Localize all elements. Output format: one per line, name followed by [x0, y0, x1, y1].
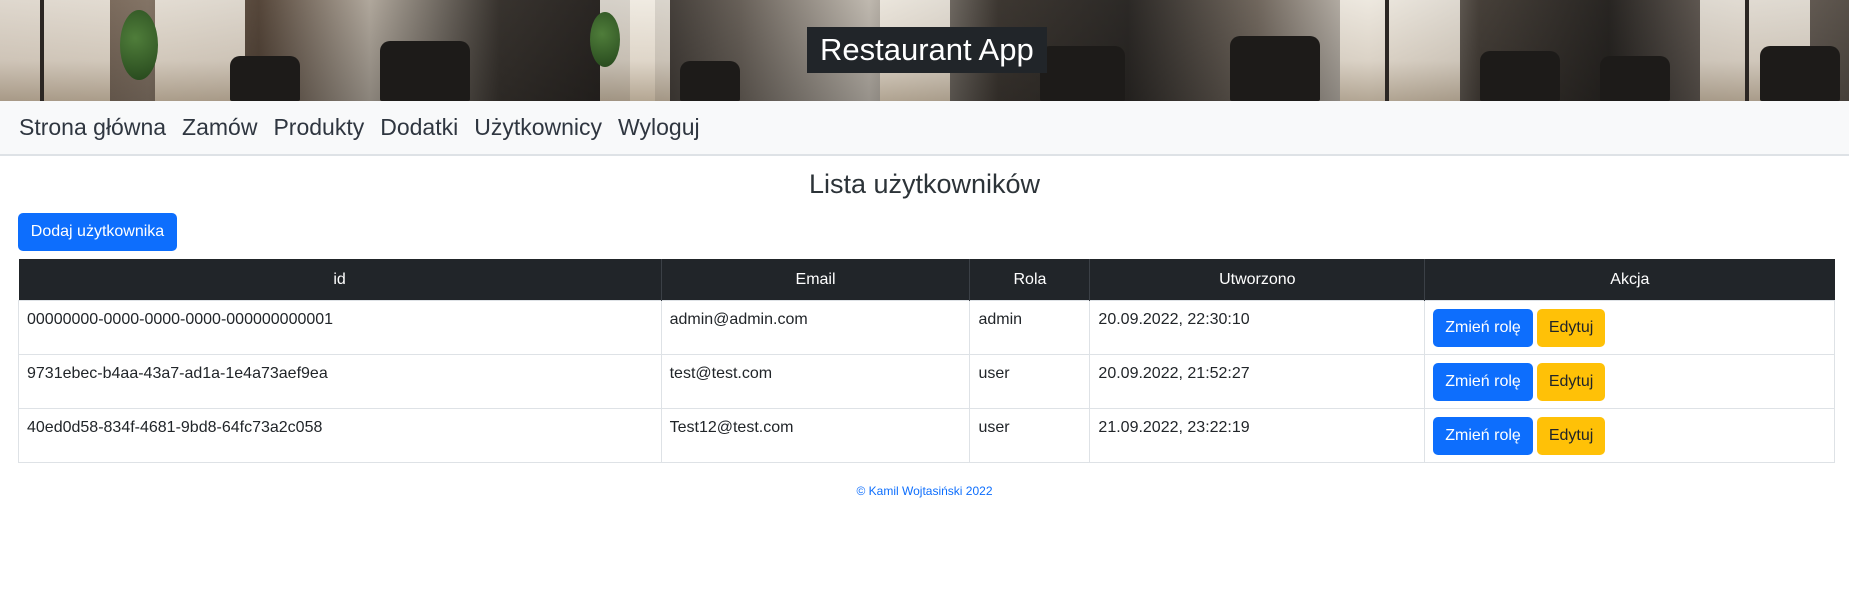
- cell-role: admin: [969, 300, 1091, 355]
- table-row: 9731ebec-b4aa-43a7-ad1a-1e4a73aef9ea tes…: [18, 354, 1835, 409]
- cell-email: Test12@test.com: [660, 408, 971, 463]
- change-role-button[interactable]: Zmień rolę: [1433, 417, 1533, 455]
- change-role-button[interactable]: Zmień rolę: [1433, 363, 1533, 401]
- table-row: 00000000-0000-0000-0000-000000000001 adm…: [18, 300, 1835, 355]
- header-banner: Restaurant App: [0, 0, 1849, 101]
- cell-created: 20.09.2022, 21:52:27: [1089, 354, 1426, 409]
- users-table: id Email Rola Utworzono Akcja 00000000-0…: [18, 259, 1835, 463]
- nav-item-order[interactable]: Zamów: [182, 114, 257, 141]
- cell-role: user: [969, 354, 1091, 409]
- nav-item-users[interactable]: Użytkownicy: [474, 114, 602, 141]
- cell-actions: Zmień rolę Edytuj: [1424, 300, 1835, 355]
- footer-copyright: © Kamil Wojtasiński 2022: [856, 484, 993, 498]
- nav-item-addons[interactable]: Dodatki: [380, 114, 458, 141]
- cell-id: 9731ebec-b4aa-43a7-ad1a-1e4a73aef9ea: [18, 354, 662, 409]
- edit-user-button[interactable]: Edytuj: [1536, 309, 1606, 347]
- cell-created: 21.09.2022, 23:22:19: [1089, 408, 1426, 463]
- cell-id: 00000000-0000-0000-0000-000000000001: [18, 300, 662, 355]
- cell-id: 40ed0d58-834f-4681-9bd8-64fc73a2c058: [18, 408, 662, 463]
- cell-email: test@test.com: [660, 354, 971, 409]
- cell-actions: Zmień rolę Edytuj: [1424, 354, 1835, 409]
- cell-actions: Zmień rolę Edytuj: [1424, 408, 1835, 463]
- main-nav: Strona główna Zamów Produkty Dodatki Uży…: [0, 101, 1849, 156]
- table-row: 40ed0d58-834f-4681-9bd8-64fc73a2c058 Tes…: [18, 408, 1835, 463]
- column-header-id: id: [18, 259, 662, 301]
- column-header-created: Utworzono: [1089, 259, 1426, 301]
- nav-item-logout[interactable]: Wyloguj: [618, 114, 700, 141]
- nav-item-products[interactable]: Produkty: [273, 114, 364, 141]
- column-header-role: Rola: [969, 259, 1091, 301]
- nav-item-home[interactable]: Strona główna: [19, 114, 166, 141]
- cell-role: user: [969, 408, 1091, 463]
- edit-user-button[interactable]: Edytuj: [1536, 363, 1606, 401]
- page-title: Lista użytkowników: [808, 169, 1041, 199]
- cell-email: admin@admin.com: [660, 300, 971, 355]
- app-brand: Restaurant App: [807, 27, 1047, 73]
- table-header-row: id Email Rola Utworzono Akcja: [18, 259, 1835, 301]
- column-header-action: Akcja: [1424, 259, 1835, 301]
- cell-created: 20.09.2022, 22:30:10: [1089, 300, 1426, 355]
- column-header-email: Email: [661, 259, 971, 301]
- change-role-button[interactable]: Zmień rolę: [1433, 309, 1533, 347]
- add-user-button[interactable]: Dodaj użytkownika: [18, 213, 177, 251]
- edit-user-button[interactable]: Edytuj: [1536, 417, 1606, 455]
